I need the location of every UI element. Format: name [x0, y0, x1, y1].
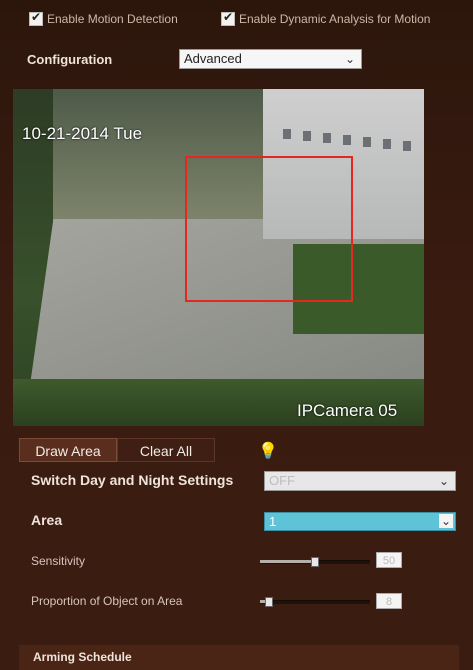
proportion-label: Proportion of Object on Area: [31, 594, 183, 608]
live-video-preview[interactable]: 10-21-2014 Tue IPCamera 05: [13, 89, 424, 426]
area-label: Area: [31, 512, 63, 528]
arming-schedule-label: Arming Schedule: [33, 650, 132, 664]
area-value: 1: [269, 514, 277, 529]
proportion-value[interactable]: 8: [376, 593, 402, 609]
configuration-label: Configuration: [27, 52, 113, 67]
day-night-label: Switch Day and Night Settings: [31, 472, 234, 488]
configuration-select[interactable]: Advanced ⌄: [179, 49, 362, 69]
draw-area-button[interactable]: Draw Area: [19, 438, 117, 462]
clear-all-button[interactable]: Clear All: [117, 438, 215, 462]
enable-dynamic-label: Enable Dynamic Analysis for Motion: [239, 11, 431, 26]
sensitivity-value[interactable]: 50: [376, 552, 402, 568]
enable-motion-label: Enable Motion Detection: [47, 11, 178, 26]
detection-area-rectangle[interactable]: [185, 156, 353, 302]
chevron-down-icon: ⌄: [438, 514, 453, 528]
area-select[interactable]: 1 ⌄: [264, 512, 456, 531]
sensitivity-slider-handle[interactable]: [311, 557, 319, 567]
day-night-select[interactable]: OFF ⌄: [264, 471, 456, 491]
enable-dynamic-checkbox[interactable]: [221, 10, 235, 26]
enable-motion-checkbox[interactable]: [29, 10, 43, 26]
osd-date: 10-21-2014 Tue: [22, 124, 143, 143]
chevron-down-icon: ⌄: [438, 474, 449, 488]
chevron-down-icon: ⌄: [344, 52, 355, 66]
sensitivity-slider-fill: [260, 560, 315, 563]
day-night-value: OFF: [269, 473, 295, 488]
osd-camera-name: IPCamera 05: [297, 401, 398, 420]
proportion-slider-handle[interactable]: [264, 597, 273, 607]
configuration-value: Advanced: [184, 51, 242, 66]
sensitivity-label: Sensitivity: [31, 554, 86, 568]
arming-schedule-tab[interactable]: Arming Schedule: [19, 645, 459, 670]
enable-motion-detection[interactable]: Enable Motion Detection: [29, 10, 178, 28]
lightbulb-icon[interactable]: 💡: [258, 441, 278, 460]
enable-dynamic-analysis[interactable]: Enable Dynamic Analysis for Motion: [221, 10, 430, 28]
proportion-slider-track[interactable]: [260, 600, 370, 604]
